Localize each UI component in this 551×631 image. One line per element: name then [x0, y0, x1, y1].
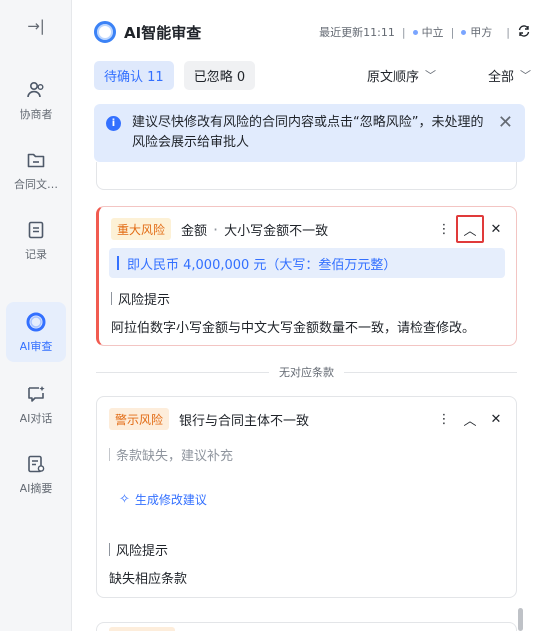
tab-pending[interactable]: 待确认 11 — [94, 60, 174, 90]
section-label: 风险提示 — [109, 540, 168, 559]
risk-level-badge: 警示风险 — [109, 408, 170, 430]
users-icon — [24, 78, 48, 102]
sidebar-item-ai-chat[interactable]: AI对话 — [6, 374, 66, 434]
order-dropdown[interactable]: 原文顺序 ﹀ — [367, 66, 436, 85]
page-title: AI智能审查 — [124, 23, 202, 42]
more-icon[interactable]: ⋮ — [434, 409, 454, 429]
card-actions: ⋮ ︿ ✕ — [434, 215, 506, 243]
document-icon — [24, 218, 48, 242]
sidebar-item-label: 协商者 — [19, 108, 53, 121]
clause-note: 条款缺失，建议补充 — [109, 445, 233, 464]
risk-body: 缺失相应条款 — [109, 572, 188, 587]
notice-text: 建议尽快修改有风险的合同内容或点击“忽略风险”，未处理的风险会展示给审批人 — [132, 115, 484, 150]
ai-logo-icon — [94, 21, 116, 43]
sidebar-item-label: AI对话 — [19, 412, 53, 425]
party-a-label: 甲方 — [470, 26, 493, 39]
chevron-down-icon: ﹀ — [520, 69, 531, 82]
risk-card-major[interactable]: 重大风险 金额 · 大小写金额不一致 ⋮ ︿ ✕ 即人民币 4,000,000 … — [96, 206, 517, 346]
contract-quote[interactable]: 即人民币 4,000,000 元（大写：叁佰万元整） — [109, 248, 505, 278]
scrollbar[interactable] — [518, 608, 523, 631]
party-dot-icon — [412, 29, 418, 35]
tab-ignored[interactable]: 已忽略 0 — [183, 60, 256, 90]
header-separator: | — [401, 25, 406, 39]
party-neutral-toggle[interactable]: 中立 — [412, 24, 444, 40]
clause-note-text: 条款缺失，建议补充 — [116, 449, 234, 464]
party-neutral-label: 中立 — [421, 26, 444, 39]
party-dot-icon — [461, 29, 467, 35]
risk-level-badge: 重大风险 — [111, 218, 172, 240]
header-separator: | — [450, 25, 455, 39]
more-icon[interactable]: ⋮ — [434, 219, 454, 239]
card-actions: ⋮ ︿ ✕ — [434, 409, 506, 429]
expand-arrow-icon: →| — [27, 17, 45, 35]
chevron-up-icon: ︿ — [463, 223, 477, 239]
chevron-down-icon: ﹀ — [424, 69, 436, 82]
scope-dropdown-label: 全部 — [487, 69, 514, 85]
sidebar-item-label: 记录 — [25, 248, 47, 261]
magic-wand-icon: ✧ — [119, 492, 130, 507]
previous-card-edge — [96, 162, 517, 190]
sidebar-item-negotiators[interactable]: 协商者 — [6, 70, 66, 130]
panel-header: AI智能审查 最近更新11:11 | 中立 | 甲方 | — [94, 18, 531, 46]
sidebar-item-label: 合同文… — [14, 178, 58, 191]
quote-bar — [117, 256, 119, 270]
filter-bar: 待确认 11 已忽略 0 原文顺序 ﹀ 全部 ﹀ — [94, 60, 531, 90]
section-bar — [109, 543, 110, 556]
quote-text: 即人民币 4,000,000 元（大写：叁佰万元整） — [127, 257, 397, 273]
separator-dot-icon: · — [213, 219, 219, 239]
collapse-button[interactable]: ︿ — [456, 215, 484, 243]
section-bar — [109, 448, 110, 461]
sidebar: →| 协商者 合同文… 记录 AI审查 AI对话 AI摘要 — [0, 0, 72, 631]
close-icon[interactable]: ✕ — [486, 219, 506, 239]
sidebar-item-contract-files[interactable]: 合同文… — [6, 140, 66, 200]
divider-text: 无对应条款 — [279, 366, 334, 379]
ai-ring-icon — [24, 310, 48, 334]
generate-suggestion-label: 生成修改建议 — [134, 493, 207, 507]
generate-suggestion-link[interactable]: ✧ 生成修改建议 — [119, 491, 207, 508]
notice-banner: i 建议尽快修改有风险的合同内容或点击“忽略风险”，未处理的风险会展示给审批人 … — [94, 104, 525, 162]
risk-title: 银行与合同主体不一致 — [179, 413, 310, 429]
section-label-text: 风险提示 — [116, 544, 169, 559]
sidebar-item-ai-summary[interactable]: AI摘要 — [6, 444, 66, 504]
scope-dropdown[interactable]: 全部 ﹀ — [488, 66, 531, 85]
risk-body: 阿拉伯数字小写金额与中文大写金额数量不一致，请检查修改。 — [111, 321, 476, 336]
risk-field: 金额 — [181, 223, 208, 239]
folder-icon — [24, 148, 48, 172]
order-dropdown-label: 原文顺序 — [366, 69, 419, 85]
section-label: 风险提示 — [111, 289, 170, 308]
risk-description: 大小写金额不一致 — [224, 223, 329, 239]
refresh-icon[interactable] — [517, 24, 531, 41]
risk-card-warning[interactable]: 警示风险 银行与合同主体不一致 ⋮ ︿ ✕ 条款缺失，建议补充 ✧ 生成修改建议 … — [96, 396, 517, 598]
divider-line — [344, 371, 517, 373]
section-bar — [111, 292, 112, 305]
sidebar-item-label: AI审查 — [19, 340, 53, 353]
chat-sparkle-icon — [24, 382, 48, 406]
header-meta: 最近更新11:11 | 中立 | 甲方 | — [319, 24, 531, 41]
divider-no-clause: 无对应条款 — [96, 365, 517, 379]
close-icon[interactable]: ✕ — [498, 113, 513, 133]
expand-panel-button[interactable]: →| — [0, 14, 72, 38]
party-a-toggle[interactable]: 甲方 — [461, 24, 492, 40]
next-card-badge — [109, 627, 175, 631]
header-separator: | — [506, 25, 510, 39]
info-icon: i — [106, 116, 121, 131]
close-icon[interactable]: ✕ — [486, 409, 506, 429]
section-label-text: 风险提示 — [118, 293, 171, 308]
divider-line — [96, 371, 269, 373]
sidebar-item-ai-review[interactable]: AI审查 — [6, 302, 66, 362]
next-card-edge — [96, 622, 517, 631]
chevron-up-icon[interactable]: ︿ — [460, 409, 480, 429]
risk-card-header: 警示风险 银行与合同主体不一致 ⋮ ︿ ✕ — [109, 408, 506, 430]
ai-review-panel: AI智能审查 最近更新11:11 | 中立 | 甲方 | 待确认 11 已忽略 … — [72, 0, 551, 631]
last-updated-text: 最近更新11:11 — [319, 26, 395, 39]
sidebar-item-records[interactable]: 记录 — [6, 210, 66, 270]
risk-card-header: 重大风险 金额 · 大小写金额不一致 ⋮ ︿ ✕ — [111, 215, 506, 243]
sidebar-item-label: AI摘要 — [19, 482, 53, 495]
summary-icon — [24, 452, 48, 476]
